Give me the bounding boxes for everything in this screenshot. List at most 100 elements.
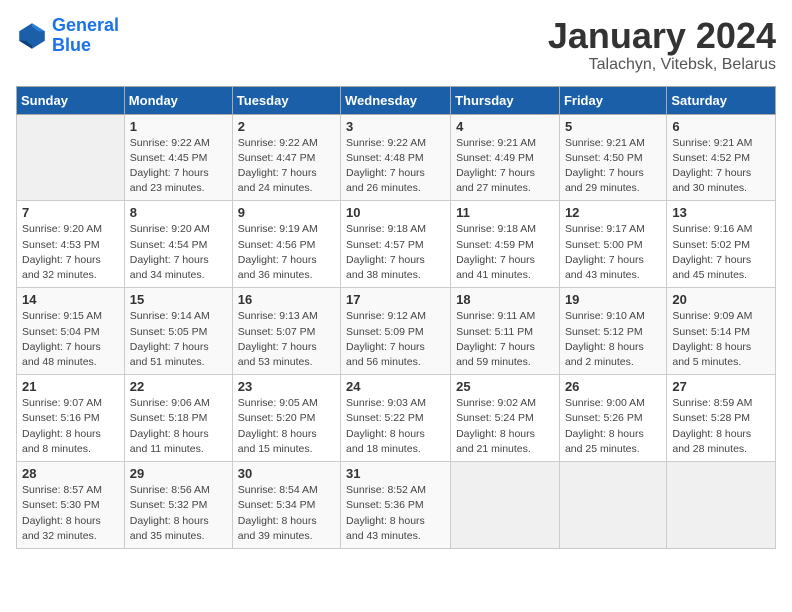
calendar-body: 1Sunrise: 9:22 AM Sunset: 4:45 PM Daylig… bbox=[17, 114, 776, 548]
day-number: 17 bbox=[346, 292, 445, 307]
calendar-table: SundayMondayTuesdayWednesdayThursdayFrid… bbox=[16, 86, 776, 549]
day-info: Sunrise: 9:15 AM Sunset: 5:04 PM Dayligh… bbox=[22, 309, 119, 370]
day-number: 15 bbox=[130, 292, 227, 307]
day-number: 20 bbox=[672, 292, 770, 307]
weekday-header-cell: Saturday bbox=[667, 86, 776, 114]
calendar-cell: 12 Sunrise: 9:17 AM Sunset: 5:00 PM Dayli… bbox=[559, 201, 666, 288]
day-info: Sunrise: 9:17 AM Sunset: 5:00 PM Dayligh… bbox=[565, 222, 661, 283]
day-number: 30 bbox=[238, 466, 335, 481]
day-number: 14 bbox=[22, 292, 119, 307]
calendar-cell bbox=[667, 462, 776, 549]
calendar-cell bbox=[451, 462, 560, 549]
weekday-header-row: SundayMondayTuesdayWednesdayThursdayFrid… bbox=[17, 86, 776, 114]
day-info: Sunrise: 9:10 AM Sunset: 5:12 PM Dayligh… bbox=[565, 309, 661, 370]
day-info: Sunrise: 9:21 AM Sunset: 4:52 PM Dayligh… bbox=[672, 136, 770, 197]
calendar-cell: 14 Sunrise: 9:15 AM Sunset: 5:04 PM Dayli… bbox=[17, 288, 125, 375]
day-number: 6 bbox=[672, 119, 770, 134]
day-info: Sunrise: 9:19 AM Sunset: 4:56 PM Dayligh… bbox=[238, 222, 335, 283]
day-info: Sunrise: 9:21 AM Sunset: 4:49 PM Dayligh… bbox=[456, 136, 554, 197]
day-number: 16 bbox=[238, 292, 335, 307]
calendar-cell: 4Sunrise: 9:21 AM Sunset: 4:49 PM Daylig… bbox=[451, 114, 560, 201]
day-number: 10 bbox=[346, 205, 445, 220]
day-info: Sunrise: 8:52 AM Sunset: 5:36 PM Dayligh… bbox=[346, 483, 445, 544]
day-number: 28 bbox=[22, 466, 119, 481]
day-number: 18 bbox=[456, 292, 554, 307]
calendar-cell: 9Sunrise: 9:19 AM Sunset: 4:56 PM Daylig… bbox=[232, 201, 340, 288]
day-number: 2 bbox=[238, 119, 335, 134]
calendar-week-row: 21 Sunrise: 9:07 AM Sunset: 5:16 PM Dayli… bbox=[17, 375, 776, 462]
day-number: 8 bbox=[130, 205, 227, 220]
calendar-cell: 31 Sunrise: 8:52 AM Sunset: 5:36 PM Dayli… bbox=[341, 462, 451, 549]
weekday-header-cell: Monday bbox=[124, 86, 232, 114]
day-info: Sunrise: 9:22 AM Sunset: 4:47 PM Dayligh… bbox=[238, 136, 335, 197]
calendar-cell: 2 Sunrise: 9:22 AM Sunset: 4:47 PM Daylig… bbox=[232, 114, 340, 201]
day-info: Sunrise: 9:21 AM Sunset: 4:50 PM Dayligh… bbox=[565, 136, 661, 197]
day-info: Sunrise: 9:06 AM Sunset: 5:18 PM Dayligh… bbox=[130, 396, 227, 457]
weekday-header-cell: Thursday bbox=[451, 86, 560, 114]
day-info: Sunrise: 8:57 AM Sunset: 5:30 PM Dayligh… bbox=[22, 483, 119, 544]
month-title: January 2024 bbox=[548, 16, 776, 56]
day-number: 25 bbox=[456, 379, 554, 394]
calendar-cell: 22 Sunrise: 9:06 AM Sunset: 5:18 PM Dayli… bbox=[124, 375, 232, 462]
calendar-cell: 24Sunrise: 9:03 AM Sunset: 5:22 PM Dayli… bbox=[341, 375, 451, 462]
day-number: 1 bbox=[130, 119, 227, 134]
calendar-cell: 13 Sunrise: 9:16 AM Sunset: 5:02 PM Dayli… bbox=[667, 201, 776, 288]
calendar-week-row: 14 Sunrise: 9:15 AM Sunset: 5:04 PM Dayli… bbox=[17, 288, 776, 375]
logo-icon bbox=[16, 20, 48, 52]
weekday-header-cell: Friday bbox=[559, 86, 666, 114]
calendar-cell: 3 Sunrise: 9:22 AM Sunset: 4:48 PM Daylig… bbox=[341, 114, 451, 201]
day-number: 7 bbox=[22, 205, 119, 220]
day-number: 21 bbox=[22, 379, 119, 394]
day-number: 19 bbox=[565, 292, 661, 307]
day-info: Sunrise: 9:20 AM Sunset: 4:54 PM Dayligh… bbox=[130, 222, 227, 283]
calendar-week-row: 7Sunrise: 9:20 AM Sunset: 4:53 PM Daylig… bbox=[17, 201, 776, 288]
day-info: Sunrise: 9:00 AM Sunset: 5:26 PM Dayligh… bbox=[565, 396, 661, 457]
day-info: Sunrise: 9:16 AM Sunset: 5:02 PM Dayligh… bbox=[672, 222, 770, 283]
day-info: Sunrise: 9:07 AM Sunset: 5:16 PM Dayligh… bbox=[22, 396, 119, 457]
day-number: 22 bbox=[130, 379, 227, 394]
day-number: 5 bbox=[565, 119, 661, 134]
day-info: Sunrise: 9:09 AM Sunset: 5:14 PM Dayligh… bbox=[672, 309, 770, 370]
day-info: Sunrise: 9:18 AM Sunset: 4:57 PM Dayligh… bbox=[346, 222, 445, 283]
day-number: 29 bbox=[130, 466, 227, 481]
calendar-cell: 10 Sunrise: 9:18 AM Sunset: 4:57 PM Dayli… bbox=[341, 201, 451, 288]
calendar-cell: 6 Sunrise: 9:21 AM Sunset: 4:52 PM Daylig… bbox=[667, 114, 776, 201]
calendar-cell: 23 Sunrise: 9:05 AM Sunset: 5:20 PM Dayli… bbox=[232, 375, 340, 462]
day-number: 13 bbox=[672, 205, 770, 220]
calendar-cell: 1Sunrise: 9:22 AM Sunset: 4:45 PM Daylig… bbox=[124, 114, 232, 201]
day-info: Sunrise: 8:56 AM Sunset: 5:32 PM Dayligh… bbox=[130, 483, 227, 544]
day-number: 27 bbox=[672, 379, 770, 394]
calendar-cell: 20 Sunrise: 9:09 AM Sunset: 5:14 PM Dayli… bbox=[667, 288, 776, 375]
day-info: Sunrise: 9:22 AM Sunset: 4:48 PM Dayligh… bbox=[346, 136, 445, 197]
day-number: 23 bbox=[238, 379, 335, 394]
calendar-cell: 11 Sunrise: 9:18 AM Sunset: 4:59 PM Dayli… bbox=[451, 201, 560, 288]
calendar-cell: 7Sunrise: 9:20 AM Sunset: 4:53 PM Daylig… bbox=[17, 201, 125, 288]
calendar-cell: 25 Sunrise: 9:02 AM Sunset: 5:24 PM Dayli… bbox=[451, 375, 560, 462]
calendar-cell: 19 Sunrise: 9:10 AM Sunset: 5:12 PM Dayli… bbox=[559, 288, 666, 375]
calendar-cell: 27Sunrise: 8:59 AM Sunset: 5:28 PM Dayli… bbox=[667, 375, 776, 462]
title-block: January 2024 Talachyn, Vitebsk, Belarus bbox=[548, 16, 776, 74]
day-number: 26 bbox=[565, 379, 661, 394]
calendar-cell: 29 Sunrise: 8:56 AM Sunset: 5:32 PM Dayli… bbox=[124, 462, 232, 549]
calendar-week-row: 28 Sunrise: 8:57 AM Sunset: 5:30 PM Dayli… bbox=[17, 462, 776, 549]
calendar-cell: 30Sunrise: 8:54 AM Sunset: 5:34 PM Dayli… bbox=[232, 462, 340, 549]
day-info: Sunrise: 9:18 AM Sunset: 4:59 PM Dayligh… bbox=[456, 222, 554, 283]
day-number: 31 bbox=[346, 466, 445, 481]
calendar-cell: 8 Sunrise: 9:20 AM Sunset: 4:54 PM Daylig… bbox=[124, 201, 232, 288]
day-info: Sunrise: 9:05 AM Sunset: 5:20 PM Dayligh… bbox=[238, 396, 335, 457]
day-info: Sunrise: 9:02 AM Sunset: 5:24 PM Dayligh… bbox=[456, 396, 554, 457]
calendar-cell: 26 Sunrise: 9:00 AM Sunset: 5:26 PM Dayli… bbox=[559, 375, 666, 462]
day-info: Sunrise: 9:12 AM Sunset: 5:09 PM Dayligh… bbox=[346, 309, 445, 370]
day-info: Sunrise: 9:11 AM Sunset: 5:11 PM Dayligh… bbox=[456, 309, 554, 370]
calendar-cell: 15Sunrise: 9:14 AM Sunset: 5:05 PM Dayli… bbox=[124, 288, 232, 375]
calendar-cell bbox=[559, 462, 666, 549]
day-info: Sunrise: 9:13 AM Sunset: 5:07 PM Dayligh… bbox=[238, 309, 335, 370]
day-number: 3 bbox=[346, 119, 445, 134]
day-number: 24 bbox=[346, 379, 445, 394]
weekday-header-cell: Tuesday bbox=[232, 86, 340, 114]
calendar-cell: 17 Sunrise: 9:12 AM Sunset: 5:09 PM Dayli… bbox=[341, 288, 451, 375]
logo-text: General Blue bbox=[52, 16, 119, 56]
day-number: 11 bbox=[456, 205, 554, 220]
day-number: 12 bbox=[565, 205, 661, 220]
location-subtitle: Talachyn, Vitebsk, Belarus bbox=[548, 56, 776, 74]
